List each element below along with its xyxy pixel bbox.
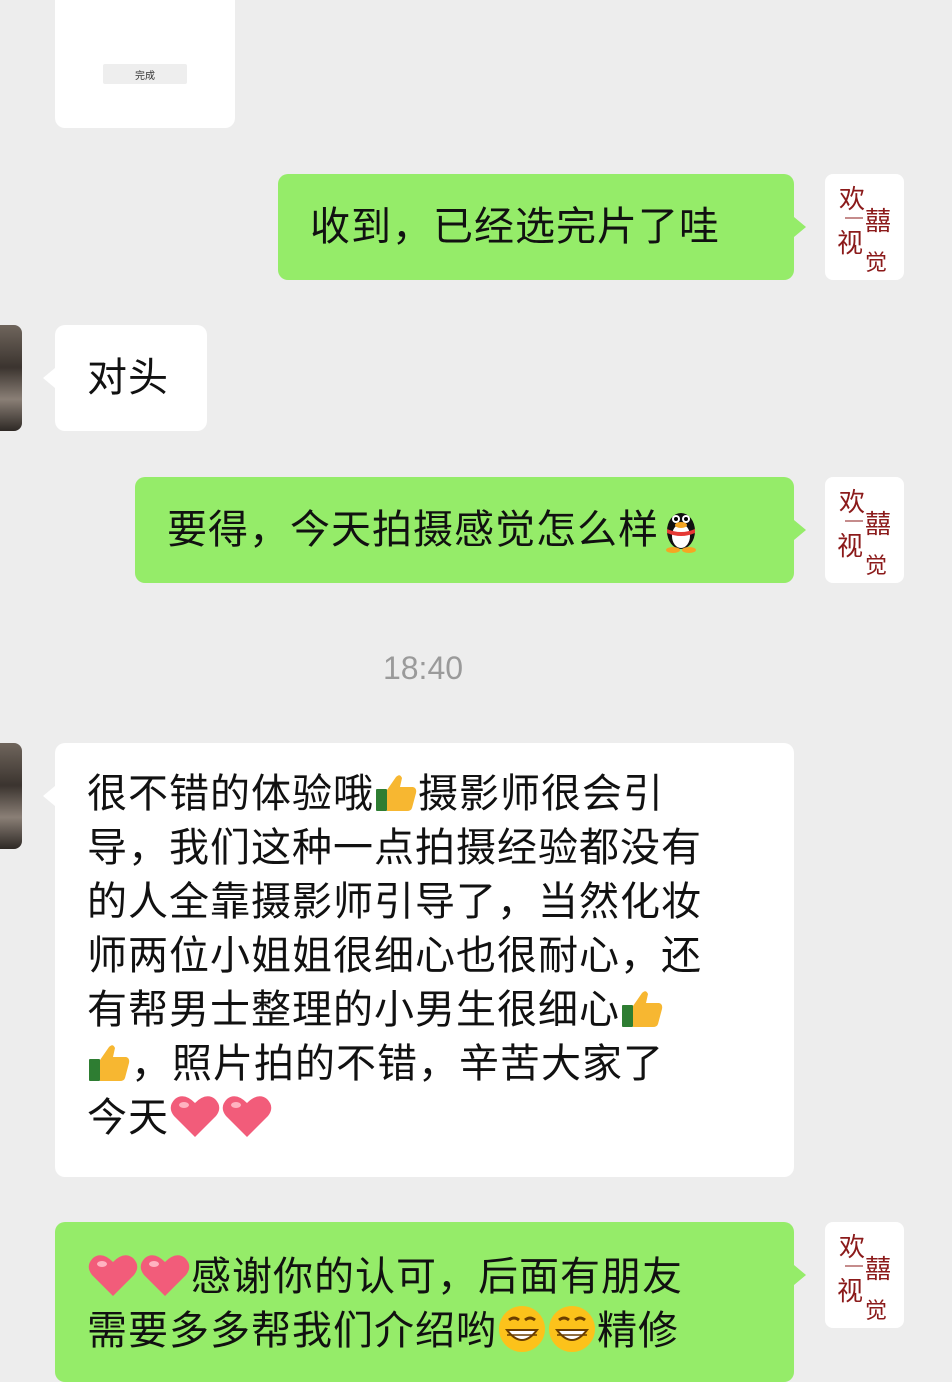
message-line: 需要多多帮我们介绍哟 [87, 1308, 497, 1354]
message-line: 导，我们这种一点拍摄经验都没有 [87, 825, 702, 871]
bubble-tail [43, 368, 55, 388]
brand-avatar[interactable]: 欢 囍 视 觉 [825, 1222, 904, 1328]
bubble-tail [43, 786, 55, 806]
heart-icon [140, 1255, 190, 1296]
message-line: 的人全靠摄影师引导了，当然化妆 [87, 879, 702, 925]
heart-icon [222, 1096, 272, 1137]
heart-icon [88, 1255, 138, 1296]
bubble-tail [794, 520, 806, 540]
message-text: 收到，已经选完片了哇 [310, 204, 720, 250]
message-line: 今天 [87, 1095, 169, 1141]
sent-message-bubble[interactable]: 收到，已经选完片了哇 [278, 174, 806, 280]
brand-avatar[interactable]: 欢 囍 视 觉 [825, 477, 904, 583]
thumbs-up-icon [376, 775, 417, 811]
message-line: 摄影师很会引 [418, 771, 664, 817]
brand-logo-icon: 欢 囍 视 觉 [837, 185, 891, 276]
svg-text:囍: 囍 [865, 207, 891, 237]
received-message-bubble[interactable]: 很不错的体验哦 摄影师很会引 导，我们这种一点拍摄经验都没有 的人全靠摄影师引导… [43, 743, 794, 1177]
timestamp: 18:40 [382, 650, 464, 686]
svg-text:视: 视 [837, 1277, 863, 1307]
message-line: ，照片拍的不错，辛苦大家了 [131, 1041, 664, 1087]
message-line: 感谢你的认可，后面有朋友 [191, 1254, 683, 1300]
brand-logo-icon: 欢 囍 视 觉 [837, 1233, 891, 1324]
done-button[interactable]: 完成 [103, 64, 187, 84]
received-message-bubble[interactable]: 对头 [43, 325, 207, 431]
message-text-content: 要得，今天拍摄感觉怎么样 [167, 507, 659, 553]
heart-icon [170, 1096, 220, 1137]
user-avatar[interactable] [0, 325, 22, 431]
partial-message-card: 完成 [55, 0, 235, 128]
bubble-tail [794, 1265, 806, 1285]
message-line: 很不错的体验哦 [87, 771, 374, 817]
sent-message-bubble[interactable]: 要得，今天拍摄感觉怎么样 [135, 477, 806, 583]
thumbs-up-icon [89, 1045, 130, 1081]
message-text: 感谢你的认可，后面有朋友 需要多多帮我们介绍哟 精修 [87, 1250, 683, 1358]
brand-avatar[interactable]: 欢 囍 视 觉 [825, 174, 904, 280]
message-line: 师两位小姐姐很细心也很耐心，还 [87, 933, 702, 979]
sent-message-bubble[interactable]: 感谢你的认可，后面有朋友 需要多多帮我们介绍哟 精修 [55, 1222, 806, 1382]
svg-text:觉: 觉 [865, 251, 887, 276]
thumbs-up-icon [622, 991, 663, 1027]
done-button-label: 完成 [135, 71, 155, 82]
grinning-face-icon [499, 1306, 545, 1352]
message-text: 对头 [87, 355, 169, 401]
svg-text:视: 视 [837, 229, 863, 259]
brand-logo-icon: 欢 囍 视 觉 [837, 488, 891, 579]
message-line: 精修 [597, 1308, 679, 1354]
svg-text:欢: 欢 [839, 185, 865, 215]
svg-text:囍: 囍 [865, 510, 891, 540]
grinning-face-icon [549, 1306, 595, 1352]
svg-text:欢: 欢 [839, 488, 865, 518]
user-avatar[interactable] [0, 743, 22, 849]
message-line: 有帮男士整理的小男生很细心 [87, 987, 620, 1033]
svg-text:囍: 囍 [865, 1255, 891, 1285]
svg-text:觉: 觉 [865, 554, 887, 579]
message-text: 要得，今天拍摄感觉怎么样 [167, 503, 703, 557]
svg-text:觉: 觉 [865, 1299, 887, 1324]
qq-penguin-icon [666, 513, 696, 553]
message-text: 很不错的体验哦 摄影师很会引 导，我们这种一点拍摄经验都没有 的人全靠摄影师引导… [87, 767, 777, 1145]
bubble-tail [794, 217, 806, 237]
svg-text:视: 视 [837, 532, 863, 562]
svg-text:欢: 欢 [839, 1233, 865, 1263]
